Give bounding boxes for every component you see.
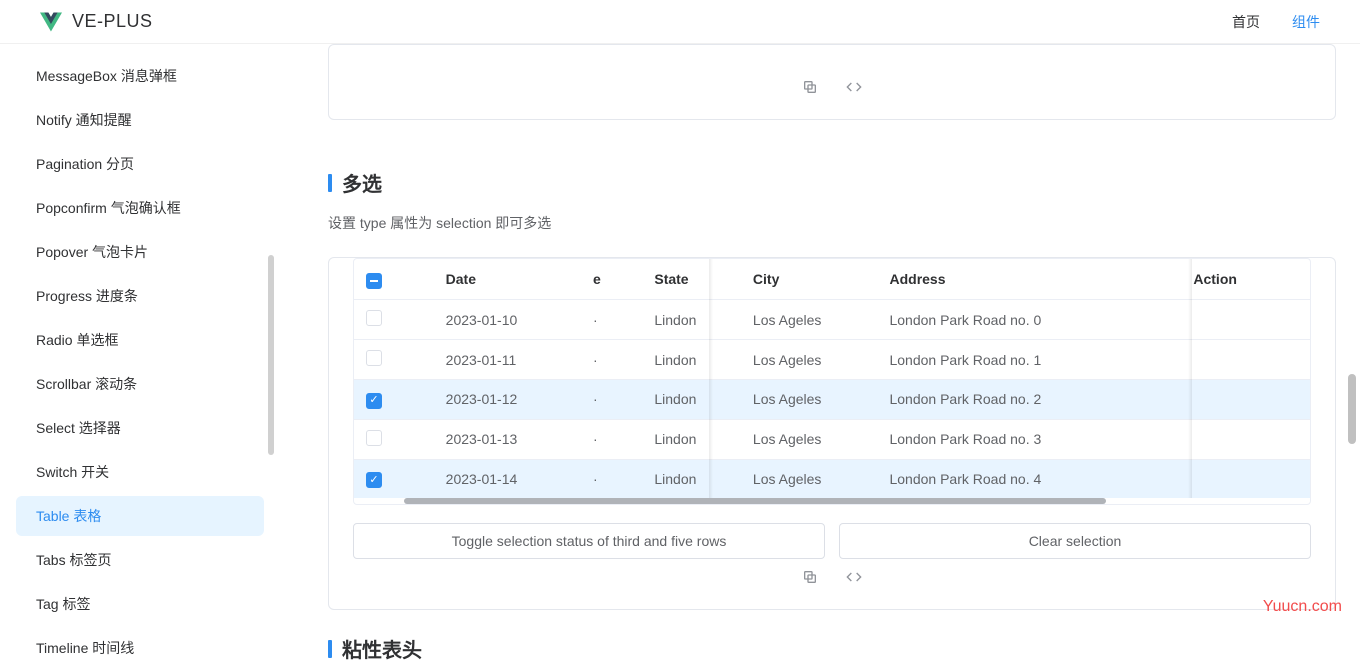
watermark: Yuucn.com <box>1263 598 1342 616</box>
cell-cut: · <box>593 300 604 340</box>
section-title-text: 多选 <box>342 168 382 197</box>
cell-date: 2023-01-10 <box>434 300 593 340</box>
cell-address: London Park Road no. 4 <box>877 459 1173 498</box>
row-checkbox[interactable]: ✓ <box>366 472 382 488</box>
header-address: Address <box>877 259 1173 300</box>
top-nav: 首页 组件 <box>1232 12 1320 32</box>
cell-state: Lindon <box>604 340 741 380</box>
sidebar-item-tag[interactable]: Tag 标签 <box>16 584 264 624</box>
cell-cut: · <box>593 340 604 380</box>
header: VE-PLUS 首页 组件 <box>0 0 1360 44</box>
section-title-text: 粘性表头 <box>342 634 422 663</box>
cell-date: 2023-01-14 <box>434 459 593 498</box>
brand-text: VE-PLUS <box>72 11 153 32</box>
button-row: Toggle selection status of third and fiv… <box>353 523 1311 559</box>
toggle-selection-button[interactable]: Toggle selection status of third and fiv… <box>353 523 825 559</box>
header-date: Date <box>434 259 593 300</box>
main-scrollbar[interactable] <box>1348 374 1356 444</box>
table-header-row: Date e State City Address Action <box>354 259 1310 300</box>
nav-home[interactable]: 首页 <box>1232 12 1260 32</box>
demo-card-multiselect: Date e State City Address Action 2023-01… <box>328 257 1336 610</box>
row-checkbox[interactable] <box>366 310 382 326</box>
cell-address: London Park Road no. 0 <box>877 300 1173 340</box>
sidebar-scrollbar[interactable] <box>268 255 274 455</box>
sidebar-item-notify[interactable]: Notify 通知提醒 <box>16 100 264 140</box>
sidebar-item-pagination[interactable]: Pagination 分页 <box>16 144 264 184</box>
table-row[interactable]: 2023-01-10·LindonLos AgelesLondon Park R… <box>354 300 1310 340</box>
cell-action <box>1173 340 1310 380</box>
header-city: City <box>741 259 878 300</box>
cell-cut: · <box>593 419 604 459</box>
sidebar-item-scrollbar[interactable]: Scrollbar 滚动条 <box>16 364 264 404</box>
section-title-sticky: 粘性表头 <box>328 634 1336 663</box>
cell-date: 2023-01-11 <box>434 340 593 380</box>
sidebar-item-select[interactable]: Select 选择器 <box>16 408 264 448</box>
cell-city: Los Ageles <box>741 380 878 420</box>
cell-cut: · <box>593 459 604 498</box>
vue-logo-icon <box>40 11 62 33</box>
demo-card-previous <box>328 44 1336 120</box>
cell-state: Lindon <box>604 459 741 498</box>
sidebar-item-radio[interactable]: Radio 单选框 <box>16 320 264 360</box>
clear-selection-button[interactable]: Clear selection <box>839 523 1311 559</box>
card-action-bar <box>353 79 1311 95</box>
cell-state: Lindon <box>604 300 741 340</box>
select-all-checkbox[interactable] <box>366 273 382 289</box>
sidebar-item-switch[interactable]: Switch 开关 <box>16 452 264 492</box>
cell-city: Los Ageles <box>741 459 878 498</box>
cell-address: London Park Road no. 1 <box>877 340 1173 380</box>
header-action: Action <box>1173 259 1310 300</box>
main-content: 多选 设置 type 属性为 selection 即可多选 Date e Sta… <box>280 44 1360 666</box>
table-wrap: Date e State City Address Action 2023-01… <box>353 258 1311 505</box>
row-checkbox[interactable] <box>366 430 382 446</box>
copy-icon[interactable] <box>802 79 818 95</box>
cell-city: Los Ageles <box>741 300 878 340</box>
sidebar-item-tabs[interactable]: Tabs 标签页 <box>16 540 264 580</box>
cell-city: Los Ageles <box>741 340 878 380</box>
table-row[interactable]: ✓ 2023-01-14·LindonLos AgelesLondon Park … <box>354 459 1310 498</box>
cell-address: London Park Road no. 2 <box>877 380 1173 420</box>
cell-action <box>1173 419 1310 459</box>
copy-icon[interactable] <box>802 569 818 585</box>
cell-state: Lindon <box>604 419 741 459</box>
cell-action <box>1173 300 1310 340</box>
logo[interactable]: VE-PLUS <box>40 11 153 33</box>
cell-cut: · <box>593 380 604 420</box>
multi-select-table: Date e State City Address Action 2023-01… <box>354 259 1310 498</box>
row-checkbox[interactable]: ✓ <box>366 393 382 409</box>
section-title-multiselect: 多选 <box>328 168 1336 197</box>
header-state: State <box>604 259 741 300</box>
table-row[interactable]: ✓ 2023-01-12·LindonLos AgelesLondon Park … <box>354 380 1310 420</box>
header-checkbox-cell <box>354 259 434 300</box>
table-row[interactable]: 2023-01-13·LindonLos AgelesLondon Park R… <box>354 419 1310 459</box>
cell-address: London Park Road no. 3 <box>877 419 1173 459</box>
sidebar-item-popconfirm[interactable]: Popconfirm 气泡确认框 <box>16 188 264 228</box>
sidebar: MessageBox 消息弹框 Notify 通知提醒 Pagination 分… <box>0 44 280 666</box>
cell-date: 2023-01-13 <box>434 419 593 459</box>
sidebar-item-popover[interactable]: Popover 气泡卡片 <box>16 232 264 272</box>
table-row[interactable]: 2023-01-11·LindonLos AgelesLondon Park R… <box>354 340 1310 380</box>
cell-action <box>1173 380 1310 420</box>
table-hscroll[interactable] <box>404 498 1260 504</box>
code-icon[interactable] <box>846 569 862 585</box>
row-checkbox[interactable] <box>366 350 382 366</box>
header-cut: e <box>593 259 604 300</box>
cell-city: Los Ageles <box>741 419 878 459</box>
cell-action <box>1173 459 1310 498</box>
nav-components[interactable]: 组件 <box>1292 12 1320 32</box>
code-icon[interactable] <box>846 79 862 95</box>
sidebar-item-table[interactable]: Table 表格 <box>16 496 264 536</box>
sidebar-item-messagebox[interactable]: MessageBox 消息弹框 <box>16 56 264 96</box>
cell-state: Lindon <box>604 380 741 420</box>
sidebar-item-progress[interactable]: Progress 进度条 <box>16 276 264 316</box>
section-desc: 设置 type 属性为 selection 即可多选 <box>328 213 1336 233</box>
sidebar-item-timeline[interactable]: Timeline 时间线 <box>16 628 264 666</box>
cell-date: 2023-01-12 <box>434 380 593 420</box>
card-action-bar <box>353 569 1311 585</box>
